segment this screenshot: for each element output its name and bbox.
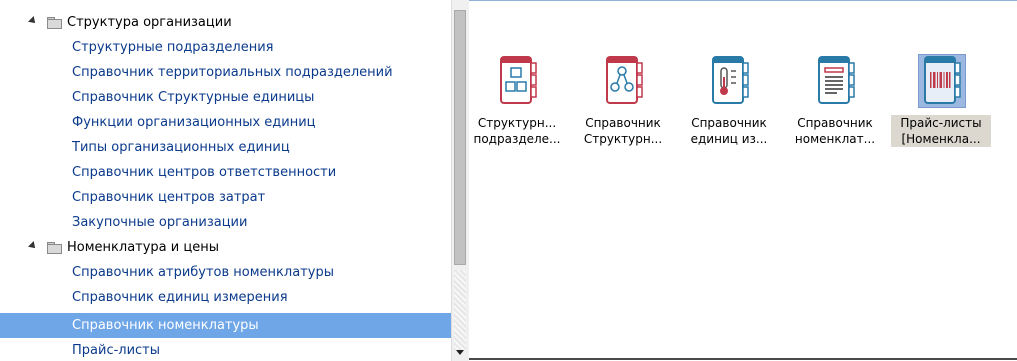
icon-tile-nomenclature-ref[interactable]: Справочник номенклат...	[785, 55, 885, 165]
tree-item-units-of-measure[interactable]: Справочник единиц измерения	[0, 285, 451, 310]
tree-item-territorial-units[interactable]: Справочник территориальных подразделений	[0, 60, 451, 85]
icon-tile-label: Структурн... подразделе...	[473, 116, 561, 146]
folder-icon	[47, 17, 62, 29]
scrollbar-track[interactable]	[454, 270, 466, 350]
icon-tile-price-lists[interactable]: Прайс-листы [Номенкла...	[891, 54, 991, 165]
icon-tile-label: Справочник единиц из...	[690, 116, 768, 146]
icon-tile-label: Справочник номенклат...	[794, 116, 876, 146]
navigation-tree: Структура организации Структурные подраз…	[0, 0, 451, 361]
icon-tile-units-of-measure[interactable]: Справочник единиц из...	[679, 55, 779, 165]
pane-top-border	[469, 0, 1017, 1]
icon-tile-structural-units[interactable]: Структурн... подразделе...	[467, 55, 567, 165]
scroll-down-arrow-icon[interactable]	[456, 350, 464, 355]
tree-item-org-unit-functions[interactable]: Функции организационных единиц	[0, 110, 451, 135]
barcode-icon	[918, 54, 966, 108]
scrollbar-thumb[interactable]	[454, 10, 466, 265]
tree-item-responsibility-centers[interactable]: Справочник центров ответственности	[0, 160, 451, 185]
tree-item-org-unit-types[interactable]: Типы организационных единиц	[0, 135, 451, 160]
folder-icon	[47, 242, 62, 254]
tree-item-nomenclature-attributes[interactable]: Справочник атрибутов номенклатуры	[0, 260, 451, 285]
tree-item-price-lists[interactable]: Прайс-листы	[0, 338, 451, 361]
expand-collapse-icon[interactable]	[28, 241, 38, 251]
icon-tile-label: Справочник Структурн...	[583, 116, 663, 146]
tree-group-label: Номенклатура и цены	[67, 240, 219, 255]
pane-bottom-border	[469, 358, 1017, 360]
tree-item-nomenclature-ref[interactable]: Справочник номенклатуры	[0, 313, 451, 338]
tree-group-org-structure[interactable]: Структура организации	[0, 10, 451, 35]
expand-collapse-icon[interactable]	[28, 16, 38, 26]
icon-tile-structure-units-ref[interactable]: Справочник Структурн...	[573, 55, 673, 165]
org-structure-icon	[495, 55, 541, 107]
document-list-icon	[813, 55, 859, 107]
tree-item-cost-centers[interactable]: Справочник центров затрат	[0, 185, 451, 210]
tree-item-structural-units[interactable]: Структурные подразделения	[0, 35, 451, 60]
network-nodes-icon	[601, 55, 647, 107]
tree-item-purchasing-orgs[interactable]: Закупочные организации	[0, 210, 451, 235]
icon-tile-label: Прайс-листы [Номенкла...	[891, 115, 991, 147]
thermometer-icon	[707, 55, 753, 107]
tree-group-label: Структура организации	[67, 15, 232, 30]
tree-item-structure-units-ref[interactable]: Справочник Структурные единицы	[0, 85, 451, 110]
tree-group-nomenclature-prices[interactable]: Номенклатура и цены	[0, 235, 451, 260]
